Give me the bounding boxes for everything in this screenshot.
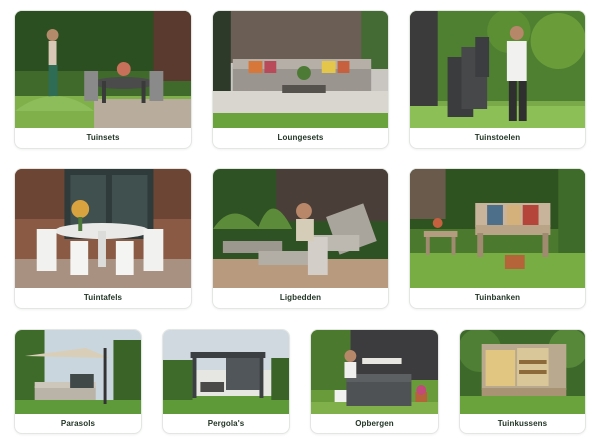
category-card-ligbedden[interactable]: Ligbedden [212, 168, 389, 309]
ligbedden-label: Ligbedden [279, 293, 322, 302]
category-card-parasols[interactable]: Parasols [14, 329, 142, 434]
parasols-label: Parasols [60, 418, 96, 428]
pergolas-label: Pergola's [207, 418, 245, 428]
tuinsets-label: Tuinsets [86, 133, 120, 142]
tuinstoelen-photo [410, 11, 585, 128]
loungesets-photo [213, 11, 388, 128]
category-card-tuintafels[interactable]: Tuintafels [14, 168, 192, 309]
tuinsets-photo [15, 11, 191, 128]
category-card-tuinstoelen[interactable]: Tuinstoelen [409, 10, 586, 149]
tuinbanken-photo [410, 169, 585, 288]
tuintafels-photo [15, 169, 191, 288]
category-card-pergolas[interactable]: Pergola's [162, 329, 290, 434]
ligbedden-photo [213, 169, 388, 288]
pergolas-photo [163, 330, 289, 414]
category-card-tuinsets[interactable]: Tuinsets [14, 10, 192, 149]
category-card-tuinkussens[interactable]: Tuinkussens [459, 329, 586, 434]
tuintafels-label: Tuintafels [83, 293, 123, 302]
category-card-opbergen[interactable]: Opbergen [310, 329, 439, 434]
loungesets-label: Loungesets [277, 133, 324, 142]
category-card-tuinbanken[interactable]: Tuinbanken [409, 168, 586, 309]
tuinstoelen-label: Tuinstoelen [474, 133, 521, 142]
tuinbanken-label: Tuinbanken [474, 293, 521, 302]
category-card-loungesets[interactable]: Loungesets [212, 10, 389, 149]
opbergen-label: Opbergen [355, 418, 394, 428]
opbergen-photo [311, 330, 438, 414]
tuinkussens-photo [460, 330, 585, 414]
parasols-photo [15, 330, 141, 414]
tuinkussens-label: Tuinkussens [497, 418, 548, 428]
